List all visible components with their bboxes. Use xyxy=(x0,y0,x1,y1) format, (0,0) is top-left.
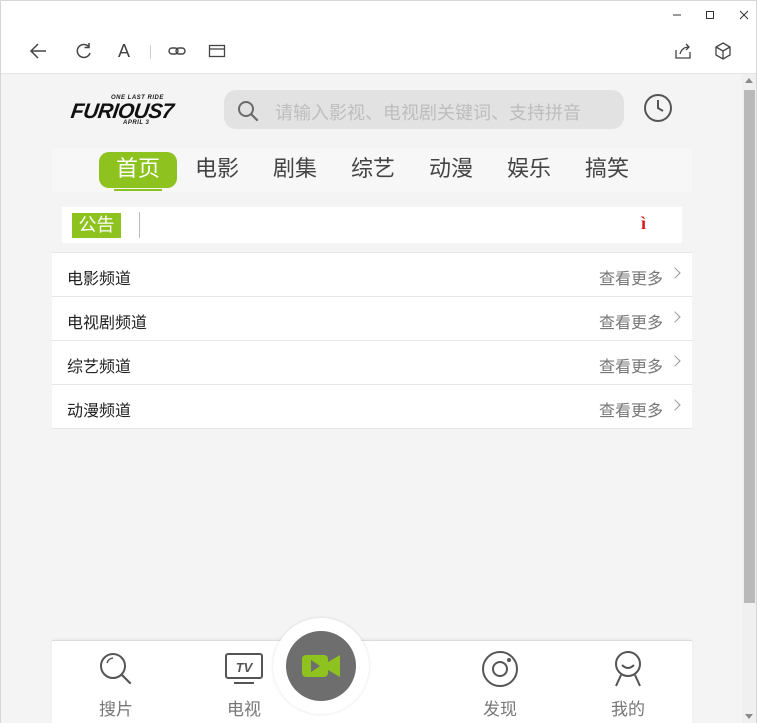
search-box[interactable]: 请输入影视、电视剧关键词、支持拼音 xyxy=(224,90,624,129)
share-icon xyxy=(675,43,691,59)
toolbar: A xyxy=(1,29,756,74)
channel-title: 综艺频道 xyxy=(67,357,132,376)
announcement-marquee-text: ì xyxy=(641,213,647,233)
window-button[interactable] xyxy=(205,39,229,63)
tab-entertainment[interactable]: 娱乐 xyxy=(499,152,559,188)
furious7-logo[interactable]: ONE LAST RIDE FURIOUS7 APRIL 3 xyxy=(69,94,211,128)
channel-title: 电视剧频道 xyxy=(67,313,148,332)
tab-series[interactable]: 剧集 xyxy=(265,152,325,188)
category-nav: 首页 电影 剧集 综艺 动漫 娱乐 搞笑 xyxy=(52,148,692,192)
search-input[interactable]: 请输入影视、电视剧关键词、支持拼音 xyxy=(275,99,615,125)
close-button[interactable] xyxy=(734,5,754,25)
extensions-button[interactable] xyxy=(711,39,735,63)
scroll-down-arrow-icon[interactable] xyxy=(745,714,753,719)
view-more-link[interactable]: 查看更多 xyxy=(599,397,663,421)
search-icon xyxy=(238,101,259,122)
tab-comedy[interactable]: 搞笑 xyxy=(577,152,637,188)
tab-variety[interactable]: 综艺 xyxy=(343,152,403,188)
toolbar-divider xyxy=(150,45,151,59)
chevron-right-icon xyxy=(669,355,681,367)
tv-icon: TV xyxy=(225,653,263,684)
tab-tv[interactable]: TV 电视 xyxy=(204,649,284,723)
tab-movies[interactable]: 电影 xyxy=(187,152,247,188)
browser-window: A ONE LAST RIDE FURIOUS7 APRIL 3 请输入影视、电… xyxy=(0,0,757,723)
chevron-right-icon xyxy=(669,399,681,411)
minimize-icon xyxy=(673,14,681,16)
channel-row-variety[interactable]: 综艺频道 查看更多 xyxy=(52,341,692,385)
maximize-icon xyxy=(706,11,714,19)
share-button[interactable] xyxy=(671,39,695,63)
font-size-button[interactable]: A xyxy=(112,39,136,63)
cube-icon xyxy=(715,42,731,60)
history-clock-icon[interactable] xyxy=(642,92,674,124)
channel-row-tv-series[interactable]: 电视剧频道 查看更多 xyxy=(52,297,692,341)
tab-label: 发现 xyxy=(483,700,517,720)
view-more-link[interactable]: 查看更多 xyxy=(599,309,663,333)
announcement-bar: 公告 ì xyxy=(62,207,682,243)
vertical-scrollbar[interactable] xyxy=(742,74,756,723)
record-video-button[interactable] xyxy=(273,618,369,714)
announcement-badge: 公告 xyxy=(72,213,121,238)
channel-list: 电影频道 查看更多 电视剧频道 查看更多 综艺频道 查看更多 动漫频道 查看更多 xyxy=(52,252,692,429)
logo-date: APRIL 3 xyxy=(123,120,150,126)
tab-discover[interactable]: 发现 xyxy=(460,649,540,723)
view-more-link[interactable]: 查看更多 xyxy=(599,265,663,289)
refresh-icon xyxy=(76,43,91,59)
tab-anime[interactable]: 动漫 xyxy=(421,152,481,188)
title-bar xyxy=(1,1,756,29)
view-more-link[interactable]: 查看更多 xyxy=(599,353,663,377)
tv-icon-label: TV xyxy=(236,660,254,675)
page-content: ONE LAST RIDE FURIOUS7 APRIL 3 请输入影视、电视剧… xyxy=(1,74,742,723)
scroll-up-arrow-icon[interactable] xyxy=(745,78,753,83)
minimize-button[interactable] xyxy=(667,5,687,25)
channel-row-anime[interactable]: 动漫频道 查看更多 xyxy=(52,385,692,429)
tab-label: 电视 xyxy=(227,700,261,720)
tab-profile[interactable]: 我的 xyxy=(588,649,668,723)
link-button[interactable] xyxy=(165,39,189,63)
video-camera-icon xyxy=(302,655,340,677)
channel-title: 电影频道 xyxy=(67,269,132,288)
back-button[interactable] xyxy=(26,39,50,63)
scrollbar-thumb[interactable] xyxy=(744,90,755,603)
maximize-button[interactable] xyxy=(700,5,720,25)
user-icon xyxy=(615,651,641,687)
close-icon xyxy=(739,10,749,20)
chevron-right-icon xyxy=(669,311,681,323)
tab-label: 搜片 xyxy=(99,700,133,720)
active-tab-underline xyxy=(114,189,162,191)
chevron-right-icon xyxy=(669,267,681,279)
window-icon xyxy=(208,44,226,58)
bottom-tab-bar: 搜片 TV 电视 发现 我的 xyxy=(52,640,692,723)
channel-title: 动漫频道 xyxy=(67,401,132,420)
tab-search-movies[interactable]: 搜片 xyxy=(76,649,156,723)
tab-home[interactable]: 首页 xyxy=(99,152,177,188)
refresh-button[interactable] xyxy=(72,39,96,63)
center-button-circle xyxy=(286,631,356,701)
discover-icon xyxy=(482,651,518,687)
tab-label: 我的 xyxy=(611,700,645,720)
channel-row-movies[interactable]: 电影频道 查看更多 xyxy=(52,253,692,297)
search-icon xyxy=(100,653,132,685)
back-arrow-icon xyxy=(29,43,46,59)
text-cursor xyxy=(139,212,140,238)
link-icon xyxy=(168,47,186,55)
